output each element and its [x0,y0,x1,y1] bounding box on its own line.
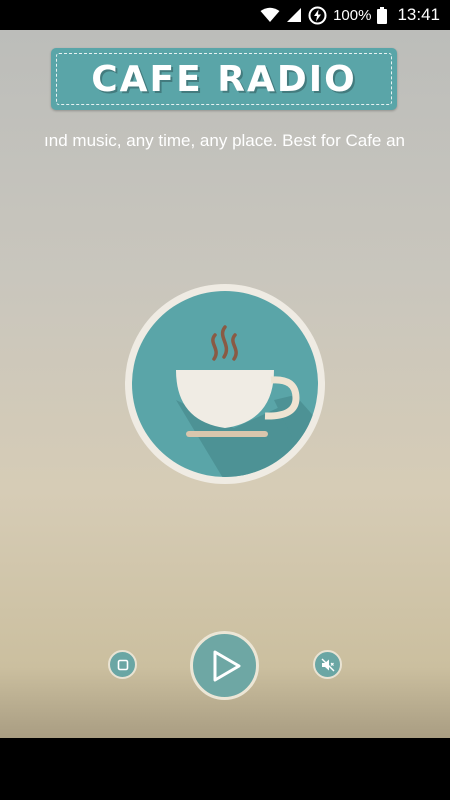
mute-button[interactable] [313,650,342,679]
data-saver-icon [308,6,327,25]
wifi-icon [260,7,280,23]
status-clock: 13:41 [397,5,440,24]
stop-button[interactable] [108,650,137,679]
logo-banner: CAFE RADIO [51,48,397,110]
status-bar: 100% 13:41 [0,0,450,30]
app-logo-title: CAFE RADIO [91,58,357,100]
battery-icon [377,6,388,24]
marquee-description: ınd music, any time, any place. Best for… [45,131,405,150]
phone-screen: 100% 13:41 CAFE RADIO ınd music, any tim… [0,0,450,800]
bottom-navigation-bar [0,738,450,800]
marquee-container: ınd music, any time, any place. Best for… [45,128,405,154]
stop-icon [117,659,129,671]
coffee-cup-icon [124,283,326,485]
app-main: CAFE RADIO ınd music, any time, any plac… [0,30,450,738]
volume-mute-icon [321,658,335,672]
battery-percent: 100% [333,6,372,24]
play-icon [212,650,242,682]
play-button[interactable] [190,631,259,700]
cell-signal-icon [286,7,302,23]
